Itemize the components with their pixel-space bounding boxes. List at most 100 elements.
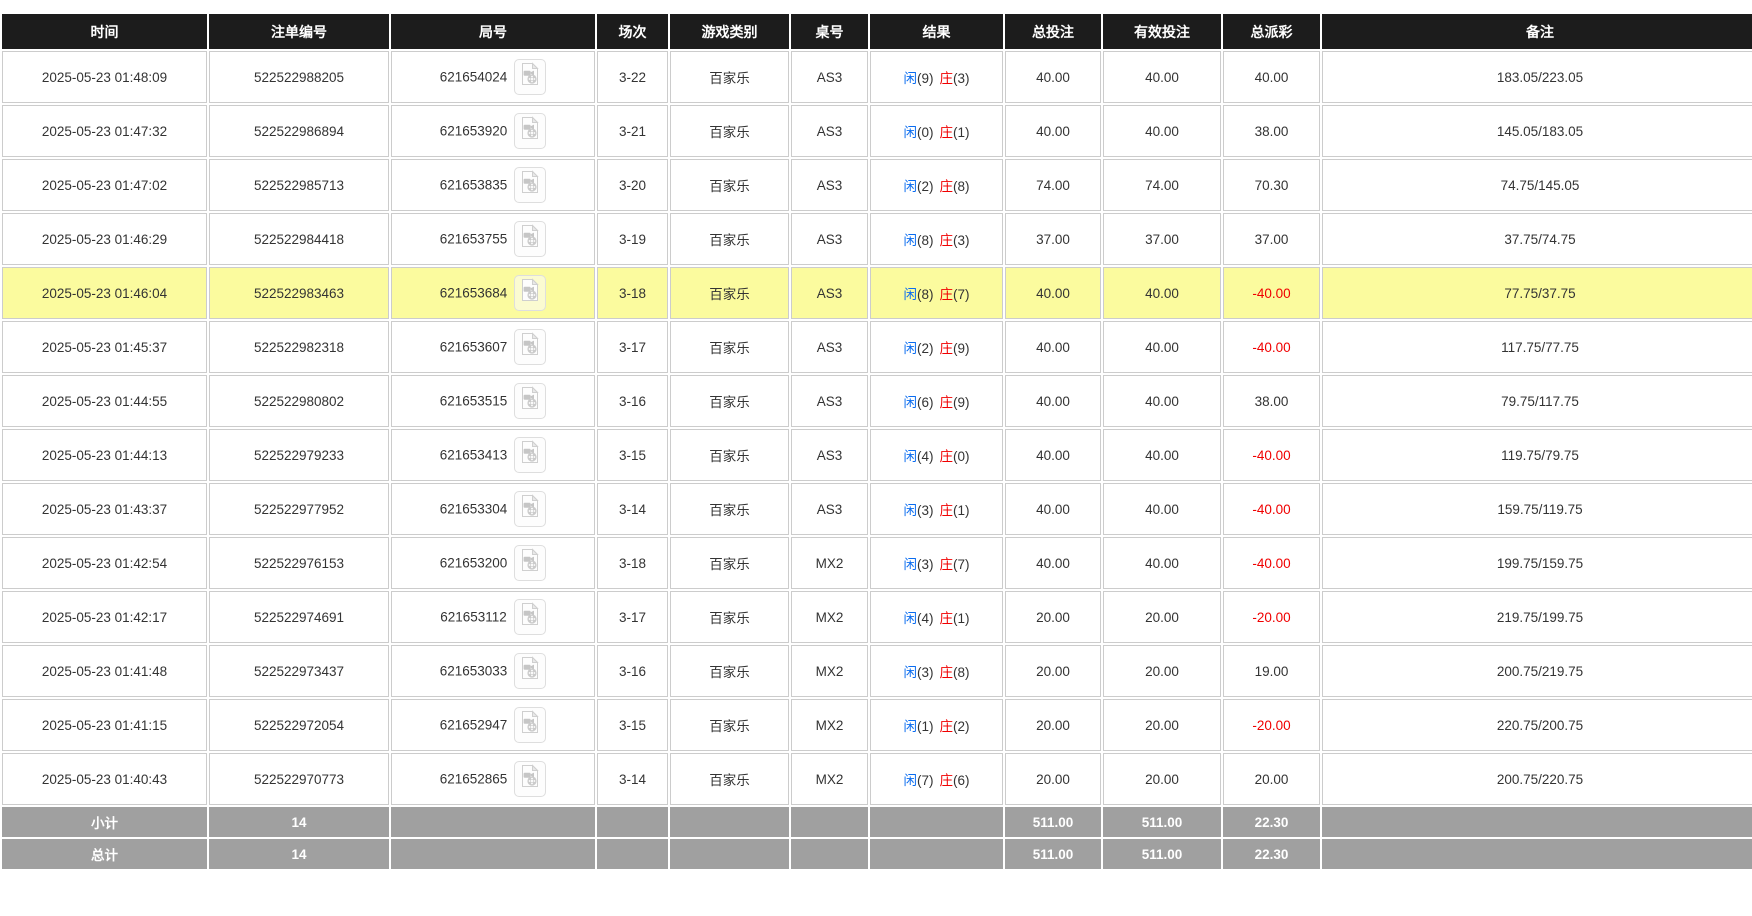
cell-valid-bet: 20.00: [1103, 753, 1221, 805]
cell-valid-bet: 74.00: [1103, 159, 1221, 211]
cell-result: 闲(6)庄(9): [870, 375, 1003, 427]
cell-round-no: 621654024: [391, 51, 595, 103]
video-replay-button[interactable]: [514, 113, 546, 149]
banker-points: (9): [953, 341, 970, 356]
cell-table-no: AS3: [791, 51, 868, 103]
player-label: 闲: [904, 557, 918, 572]
cell-table-no: MX2: [791, 753, 868, 805]
player-points: (0): [917, 125, 934, 140]
cell-time: 2025-05-23 01:45:37: [2, 321, 207, 373]
table-row[interactable]: 2025-05-23 01:40:43 522522970773 6216528…: [2, 753, 1752, 805]
banker-label: 庄: [940, 179, 954, 194]
grand-total-label: 总计: [2, 839, 207, 869]
video-replay-button[interactable]: [514, 329, 546, 365]
table-row[interactable]: 2025-05-23 01:41:15 522522972054 6216529…: [2, 699, 1752, 751]
cell-total-payout: -20.00: [1223, 699, 1320, 751]
table-row[interactable]: 2025-05-23 01:41:48 522522973437 6216530…: [2, 645, 1752, 697]
cell-total-payout: -40.00: [1223, 429, 1320, 481]
cell-total-bet: 40.00: [1005, 321, 1101, 373]
player-points: (6): [917, 395, 934, 410]
cell-result: 闲(2)庄(8): [870, 159, 1003, 211]
cell-game-type: 百家乐: [670, 537, 789, 589]
cell-table-no: MX2: [791, 591, 868, 643]
cell-remark: 37.75/74.75: [1322, 213, 1752, 265]
video-file-icon: [520, 656, 540, 680]
cell-bet-id: 522522984418: [209, 213, 389, 265]
banker-points: (1): [953, 611, 970, 626]
cell-total-bet: 20.00: [1005, 591, 1101, 643]
banker-label: 庄: [940, 719, 954, 734]
table-row[interactable]: 2025-05-23 01:46:29 522522984418 6216537…: [2, 213, 1752, 265]
video-replay-button[interactable]: [514, 167, 546, 203]
grand-total-row: 总计 14 511.00 511.00 22.30: [2, 839, 1752, 869]
player-points: (8): [917, 287, 934, 302]
table-header-row: 时间 注单编号 局号 场次 游戏类别 桌号 结果 总投注 有效投注 总派彩 备注: [2, 14, 1752, 49]
player-points: (8): [917, 233, 934, 248]
cell-time: 2025-05-23 01:44:55: [2, 375, 207, 427]
subtotal-valid-bet: 511.00: [1103, 807, 1221, 837]
table-row[interactable]: 2025-05-23 01:44:55 522522980802 6216535…: [2, 375, 1752, 427]
video-replay-button[interactable]: [514, 59, 546, 95]
cell-session: 3-17: [597, 321, 668, 373]
video-replay-button[interactable]: [514, 491, 546, 527]
video-replay-button[interactable]: [514, 545, 546, 581]
cell-session: 3-21: [597, 105, 668, 157]
banker-label: 庄: [940, 503, 954, 518]
cell-bet-id: 522522985713: [209, 159, 389, 211]
cell-total-payout: 19.00: [1223, 645, 1320, 697]
table-row[interactable]: 2025-05-23 01:45:37 522522982318 6216536…: [2, 321, 1752, 373]
cell-result: 闲(3)庄(7): [870, 537, 1003, 589]
table-row[interactable]: 2025-05-23 01:46:04 522522983463 6216536…: [2, 267, 1752, 319]
banker-label: 庄: [940, 557, 954, 572]
cell-result: 闲(8)庄(3): [870, 213, 1003, 265]
cell-remark: 200.75/219.75: [1322, 645, 1752, 697]
cell-bet-id: 522522973437: [209, 645, 389, 697]
player-points: (2): [917, 341, 934, 356]
player-label: 闲: [904, 233, 918, 248]
player-label: 闲: [904, 71, 918, 86]
cell-time: 2025-05-23 01:47:32: [2, 105, 207, 157]
player-label: 闲: [904, 125, 918, 140]
video-replay-button[interactable]: [514, 437, 546, 473]
table-row[interactable]: 2025-05-23 01:44:13 522522979233 6216534…: [2, 429, 1752, 481]
cell-total-bet: 40.00: [1005, 537, 1101, 589]
video-replay-button[interactable]: [514, 653, 546, 689]
video-replay-button[interactable]: [514, 707, 546, 743]
table-row[interactable]: 2025-05-23 01:48:09 522522988205 6216540…: [2, 51, 1752, 103]
video-replay-button[interactable]: [514, 275, 546, 311]
cell-result: 闲(4)庄(0): [870, 429, 1003, 481]
player-points: (4): [917, 449, 934, 464]
round-number: 621653755: [440, 232, 508, 247]
cell-total-payout: -40.00: [1223, 321, 1320, 373]
video-file-icon: [520, 494, 540, 518]
round-number: 621653515: [440, 394, 508, 409]
player-points: (4): [917, 611, 934, 626]
cell-result: 闲(9)庄(3): [870, 51, 1003, 103]
banker-label: 庄: [940, 395, 954, 410]
cell-total-payout: 70.30: [1223, 159, 1320, 211]
video-replay-button[interactable]: [514, 761, 546, 797]
cell-bet-id: 522522977952: [209, 483, 389, 535]
grand-total-count: 14: [209, 839, 389, 869]
cell-session: 3-14: [597, 483, 668, 535]
subtotal-empty-cell: [670, 807, 789, 837]
round-number: 621653835: [440, 178, 508, 193]
table-row[interactable]: 2025-05-23 01:42:17 522522974691 6216531…: [2, 591, 1752, 643]
cell-table-no: AS3: [791, 267, 868, 319]
cell-valid-bet: 20.00: [1103, 591, 1221, 643]
cell-total-payout: -40.00: [1223, 267, 1320, 319]
video-replay-button[interactable]: [514, 221, 546, 257]
cell-total-bet: 20.00: [1005, 699, 1101, 751]
table-row[interactable]: 2025-05-23 01:47:32 522522986894 6216539…: [2, 105, 1752, 157]
table-row[interactable]: 2025-05-23 01:42:54 522522976153 6216532…: [2, 537, 1752, 589]
video-replay-button[interactable]: [514, 383, 546, 419]
table-row[interactable]: 2025-05-23 01:43:37 522522977952 6216533…: [2, 483, 1752, 535]
table-row[interactable]: 2025-05-23 01:47:02 522522985713 6216538…: [2, 159, 1752, 211]
cell-game-type: 百家乐: [670, 105, 789, 157]
banker-points: (8): [953, 665, 970, 680]
round-number: 621653200: [440, 556, 508, 571]
round-number: 621652947: [440, 718, 508, 733]
video-replay-button[interactable]: [514, 599, 546, 635]
cell-session: 3-15: [597, 699, 668, 751]
banker-label: 庄: [940, 71, 954, 86]
